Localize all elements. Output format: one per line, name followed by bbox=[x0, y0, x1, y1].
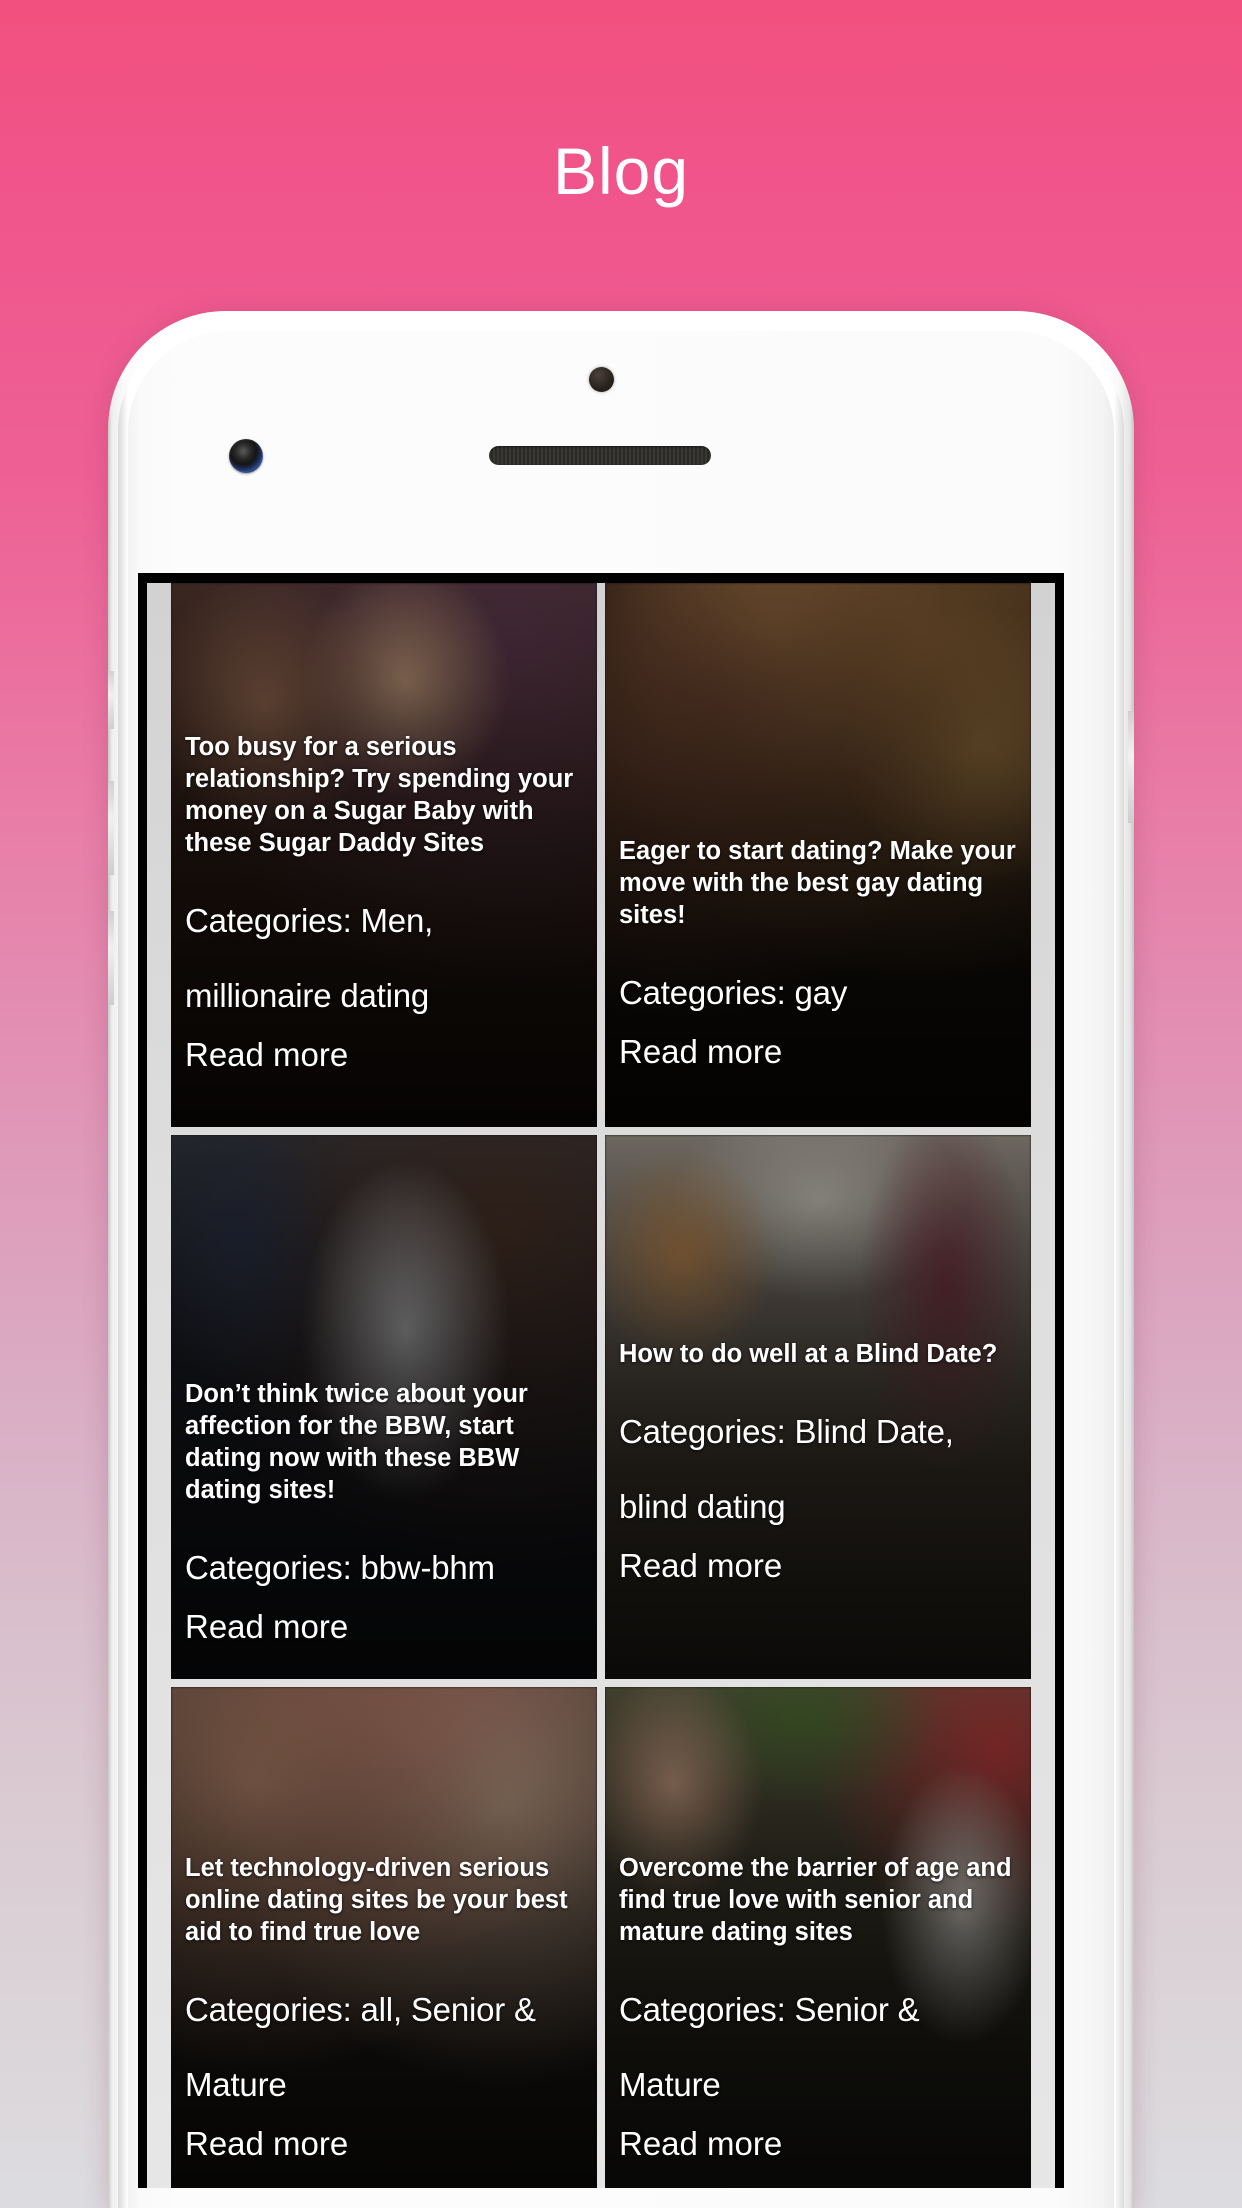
volume-up-button[interactable] bbox=[108, 781, 114, 875]
card-title: How to do well at a Blind Date? bbox=[619, 1340, 998, 1368]
blog-card[interactable]: Let technology-driven serious online dat… bbox=[171, 1687, 597, 2188]
card-categories: Categories: bbw-bhm bbox=[185, 1549, 495, 1586]
power-button[interactable] bbox=[1128, 711, 1134, 823]
blog-card[interactable]: Overcome the barrier of age and find tru… bbox=[605, 1687, 1031, 2188]
card-content: Too busy for a serious relationship? Try… bbox=[171, 583, 597, 1077]
phone-screen: Too busy for a serious relationship? Try… bbox=[138, 573, 1064, 2188]
volume-down-button[interactable] bbox=[108, 911, 114, 1005]
blog-card[interactable]: Too busy for a serious relationship? Try… bbox=[171, 583, 597, 1127]
card-content: How to do well at a Blind Date? Categori… bbox=[605, 1135, 1031, 1588]
read-more-link[interactable]: Read more bbox=[185, 2122, 583, 2166]
card-content: Eager to start dating? Make your move wi… bbox=[605, 583, 1031, 1074]
blog-card[interactable]: Eager to start dating? Make your move wi… bbox=[605, 583, 1031, 1127]
card-title: Too busy for a serious relationship? Try… bbox=[185, 733, 574, 857]
page-title: Blog bbox=[552, 134, 690, 208]
card-content: Overcome the barrier of age and find tru… bbox=[605, 1687, 1031, 2166]
read-more-link[interactable]: Read more bbox=[619, 1030, 1017, 1074]
card-categories: Categories: gay bbox=[619, 974, 848, 1011]
read-more-link[interactable]: Read more bbox=[619, 2122, 1017, 2166]
blog-card[interactable]: How to do well at a Blind Date? Categori… bbox=[605, 1135, 1031, 1679]
card-categories: Categories: all, Senior & Mature bbox=[185, 1991, 536, 2103]
earpiece-speaker-icon bbox=[489, 446, 711, 465]
card-categories: Categories: Senior & Mature bbox=[619, 1991, 920, 2103]
read-more-link[interactable]: Read more bbox=[185, 1033, 583, 1077]
phone-mockup: Too busy for a serious relationship? Try… bbox=[108, 311, 1134, 2208]
read-more-link[interactable]: Read more bbox=[619, 1544, 1017, 1588]
card-title: Eager to start dating? Make your move wi… bbox=[619, 837, 1016, 929]
blog-card-grid: Too busy for a serious relationship? Try… bbox=[147, 583, 1055, 2188]
card-categories: Categories: Men, millionaire dating bbox=[185, 902, 434, 1014]
card-title: Don’t think twice about your affection f… bbox=[185, 1380, 528, 1504]
silent-switch-button[interactable] bbox=[108, 671, 114, 729]
read-more-link[interactable]: Read more bbox=[185, 1605, 583, 1649]
card-categories: Categories: Blind Date, blind dating bbox=[619, 1413, 954, 1525]
blog-viewport[interactable]: Too busy for a serious relationship? Try… bbox=[147, 583, 1055, 2188]
card-content: Don’t think twice about your affection f… bbox=[171, 1135, 597, 1649]
card-title: Let technology-driven serious online dat… bbox=[185, 1854, 568, 1946]
blog-card[interactable]: Don’t think twice about your affection f… bbox=[171, 1135, 597, 1679]
front-camera-icon bbox=[229, 439, 263, 473]
proximity-sensor-icon bbox=[589, 367, 614, 392]
card-content: Let technology-driven serious online dat… bbox=[171, 1687, 597, 2166]
card-title: Overcome the barrier of age and find tru… bbox=[619, 1854, 1012, 1946]
